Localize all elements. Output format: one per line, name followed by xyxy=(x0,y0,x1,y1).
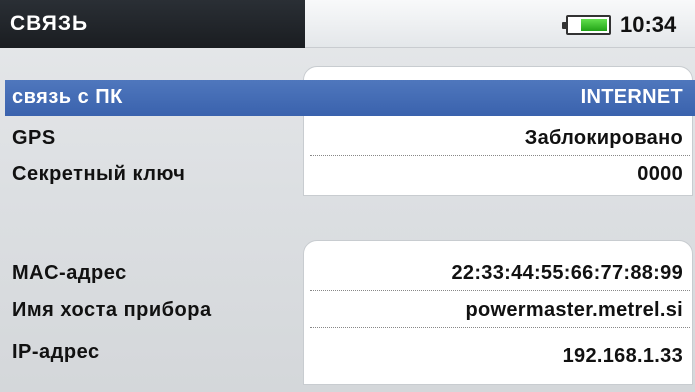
ip-address-value: 192.168.1.33 xyxy=(562,345,683,367)
row-divider xyxy=(310,290,690,291)
battery-level xyxy=(581,19,607,31)
mac-address-value: 22:33:44:55:66:77:88:99 xyxy=(451,262,683,284)
title-area: СВЯЗЬ xyxy=(0,0,305,48)
ip-address-label: IP-адрес xyxy=(12,341,100,363)
hostname-value: powermaster.metrel.si xyxy=(465,299,683,321)
gps-label[interactable]: GPS xyxy=(12,127,56,150)
page-title: СВЯЗЬ xyxy=(10,12,89,35)
pc-connection-value[interactable]: INTERNET xyxy=(581,86,683,109)
clock: 10:34 xyxy=(620,12,677,37)
row-divider xyxy=(310,327,690,328)
battery-icon xyxy=(562,15,611,35)
row-divider xyxy=(310,155,690,156)
secret-key-value[interactable]: 0000 xyxy=(637,163,683,186)
screen: СВЯЗЬ 10:34 связь с ПК INTERNET GPS Забл… xyxy=(0,0,695,392)
pc-connection-label[interactable]: связь с ПК xyxy=(12,86,123,109)
status-bar: СВЯЗЬ 10:34 xyxy=(0,0,695,48)
secret-key-label[interactable]: Секретный ключ xyxy=(12,163,185,186)
gps-value[interactable]: Заблокировано xyxy=(525,127,683,150)
mac-address-label: MAC-адрес xyxy=(12,262,127,284)
hostname-label: Имя хоста прибора xyxy=(12,299,212,321)
